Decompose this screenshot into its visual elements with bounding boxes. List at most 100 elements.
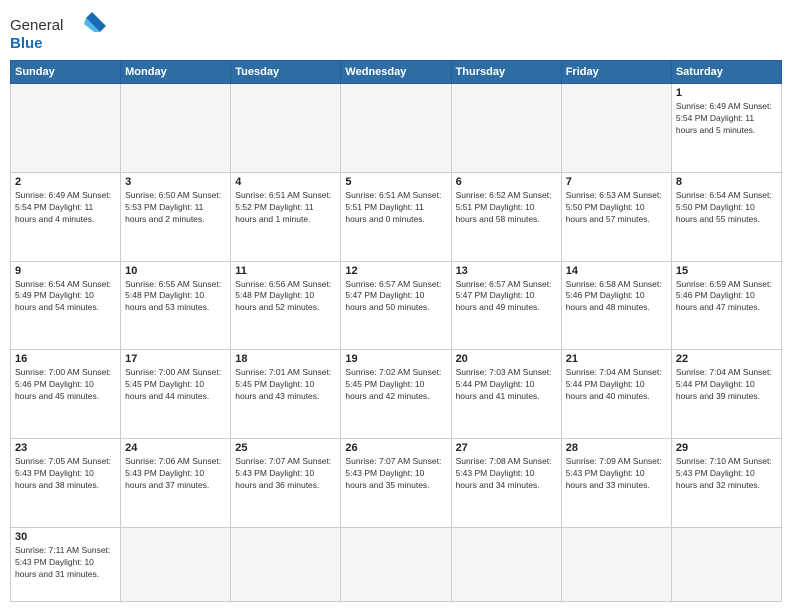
calendar-cell: 5Sunrise: 6:51 AM Sunset: 5:51 PM Daylig…	[341, 172, 451, 261]
calendar-cell: 2 Sunrise: 6:49 AM Sunset: 5:54 PM Daylig…	[11, 172, 121, 261]
day-info: Sunrise: 6:56 AM Sunset: 5:48 PM Dayligh…	[235, 279, 336, 315]
day-info: Sunrise: 7:06 AM Sunset: 5:43 PM Dayligh…	[125, 456, 226, 492]
day-number: 19	[345, 353, 446, 365]
calendar-cell: 11Sunrise: 6:56 AM Sunset: 5:48 PM Dayli…	[231, 261, 341, 350]
calendar-cell	[451, 84, 561, 173]
day-info: Sunrise: 7:04 AM Sunset: 5:44 PM Dayligh…	[566, 367, 667, 403]
day-number: 23	[15, 442, 116, 454]
day-info: Sunrise: 6:53 AM Sunset: 5:50 PM Dayligh…	[566, 190, 667, 226]
calendar-cell	[341, 527, 451, 601]
logo: General Blue	[10, 10, 110, 54]
calendar-cell	[451, 527, 561, 601]
day-info: Sunrise: 7:07 AM Sunset: 5:43 PM Dayligh…	[345, 456, 446, 492]
day-info: Sunrise: 6:54 AM Sunset: 5:50 PM Dayligh…	[676, 190, 777, 226]
header: General Blue	[10, 10, 782, 54]
calendar-header-monday: Monday	[121, 61, 231, 84]
calendar-cell: 23Sunrise: 7:05 AM Sunset: 5:43 PM Dayli…	[11, 439, 121, 528]
calendar-cell: 6 Sunrise: 6:52 AM Sunset: 5:51 PM Daylig…	[451, 172, 561, 261]
day-info: Sunrise: 7:11 AM Sunset: 5:43 PM Dayligh…	[15, 545, 116, 581]
calendar-cell: 12Sunrise: 6:57 AM Sunset: 5:47 PM Dayli…	[341, 261, 451, 350]
day-number: 14	[566, 265, 667, 277]
calendar-cell: 8 Sunrise: 6:54 AM Sunset: 5:50 PM Daylig…	[671, 172, 781, 261]
day-info: Sunrise: 6:50 AM Sunset: 5:53 PM Dayligh…	[125, 190, 226, 226]
calendar-cell: 30Sunrise: 7:11 AM Sunset: 5:43 PM Dayli…	[11, 527, 121, 601]
day-number: 24	[125, 442, 226, 454]
day-number: 17	[125, 353, 226, 365]
day-info: Sunrise: 6:49 AM Sunset: 5:54 PM Dayligh…	[15, 190, 116, 226]
calendar-cell	[671, 527, 781, 601]
day-info: Sunrise: 7:01 AM Sunset: 5:45 PM Dayligh…	[235, 367, 336, 403]
calendar-cell: 10 Sunrise: 6:55 AM Sunset: 5:48 PM Dayli…	[121, 261, 231, 350]
calendar-cell: 21 Sunrise: 7:04 AM Sunset: 5:44 PM Dayli…	[561, 350, 671, 439]
calendar-cell: 18Sunrise: 7:01 AM Sunset: 5:45 PM Dayli…	[231, 350, 341, 439]
day-number: 4	[235, 176, 336, 188]
svg-text:General: General	[10, 17, 63, 34]
day-number: 21	[566, 353, 667, 365]
calendar-cell: 28Sunrise: 7:09 AM Sunset: 5:43 PM Dayli…	[561, 439, 671, 528]
calendar-cell: 3Sunrise: 6:50 AM Sunset: 5:53 PM Daylig…	[121, 172, 231, 261]
day-number: 6	[456, 176, 557, 188]
day-info: Sunrise: 7:00 AM Sunset: 5:45 PM Dayligh…	[125, 367, 226, 403]
day-info: Sunrise: 7:10 AM Sunset: 5:43 PM Dayligh…	[676, 456, 777, 492]
day-number: 9	[15, 265, 116, 277]
calendar-cell: 15Sunrise: 6:59 AM Sunset: 5:46 PM Dayli…	[671, 261, 781, 350]
day-number: 16	[15, 353, 116, 365]
calendar-cell: 26 Sunrise: 7:07 AM Sunset: 5:43 PM Dayli…	[341, 439, 451, 528]
day-info: Sunrise: 6:57 AM Sunset: 5:47 PM Dayligh…	[345, 279, 446, 315]
calendar-header-sunday: Sunday	[11, 61, 121, 84]
day-info: Sunrise: 7:08 AM Sunset: 5:43 PM Dayligh…	[456, 456, 557, 492]
logo-svg: General Blue	[10, 10, 110, 54]
calendar-cell: 20Sunrise: 7:03 AM Sunset: 5:44 PM Dayli…	[451, 350, 561, 439]
day-info: Sunrise: 6:57 AM Sunset: 5:47 PM Dayligh…	[456, 279, 557, 315]
calendar-cell: 14 Sunrise: 6:58 AM Sunset: 5:46 PM Dayli…	[561, 261, 671, 350]
calendar-cell	[121, 84, 231, 173]
day-info: Sunrise: 6:54 AM Sunset: 5:49 PM Dayligh…	[15, 279, 116, 315]
calendar-week-1: 2 Sunrise: 6:49 AM Sunset: 5:54 PM Daylig…	[11, 172, 782, 261]
calendar-cell: 24 Sunrise: 7:06 AM Sunset: 5:43 PM Dayli…	[121, 439, 231, 528]
calendar-header-tuesday: Tuesday	[231, 61, 341, 84]
calendar-cell: 7Sunrise: 6:53 AM Sunset: 5:50 PM Daylig…	[561, 172, 671, 261]
day-number: 22	[676, 353, 777, 365]
day-info: Sunrise: 6:55 AM Sunset: 5:48 PM Dayligh…	[125, 279, 226, 315]
calendar-header-saturday: Saturday	[671, 61, 781, 84]
page: General Blue SundayMondayTuesdayWednesda…	[0, 0, 792, 612]
day-info: Sunrise: 6:51 AM Sunset: 5:51 PM Dayligh…	[345, 190, 446, 226]
day-number: 2	[15, 176, 116, 188]
calendar-cell	[341, 84, 451, 173]
day-number: 28	[566, 442, 667, 454]
day-number: 15	[676, 265, 777, 277]
day-number: 26	[345, 442, 446, 454]
day-info: Sunrise: 7:02 AM Sunset: 5:45 PM Dayligh…	[345, 367, 446, 403]
day-number: 13	[456, 265, 557, 277]
day-number: 8	[676, 176, 777, 188]
day-info: Sunrise: 6:51 AM Sunset: 5:52 PM Dayligh…	[235, 190, 336, 226]
calendar-cell	[231, 527, 341, 601]
calendar-cell: 16Sunrise: 7:00 AM Sunset: 5:46 PM Dayli…	[11, 350, 121, 439]
calendar-header-friday: Friday	[561, 61, 671, 84]
calendar-table: SundayMondayTuesdayWednesdayThursdayFrid…	[10, 60, 782, 602]
day-number: 10	[125, 265, 226, 277]
calendar-cell: 1Sunrise: 6:49 AM Sunset: 5:54 PM Daylig…	[671, 84, 781, 173]
calendar-cell: 27 Sunrise: 7:08 AM Sunset: 5:43 PM Dayli…	[451, 439, 561, 528]
day-info: Sunrise: 6:52 AM Sunset: 5:51 PM Dayligh…	[456, 190, 557, 226]
calendar-week-0: 1Sunrise: 6:49 AM Sunset: 5:54 PM Daylig…	[11, 84, 782, 173]
calendar-header-thursday: Thursday	[451, 61, 561, 84]
calendar-cell: 17 Sunrise: 7:00 AM Sunset: 5:45 PM Dayli…	[121, 350, 231, 439]
calendar-cell: 13 Sunrise: 6:57 AM Sunset: 5:47 PM Dayli…	[451, 261, 561, 350]
calendar-week-4: 23Sunrise: 7:05 AM Sunset: 5:43 PM Dayli…	[11, 439, 782, 528]
calendar-cell	[11, 84, 121, 173]
day-info: Sunrise: 7:07 AM Sunset: 5:43 PM Dayligh…	[235, 456, 336, 492]
calendar-cell: 29 Sunrise: 7:10 AM Sunset: 5:43 PM Dayli…	[671, 439, 781, 528]
calendar-cell	[561, 84, 671, 173]
day-number: 29	[676, 442, 777, 454]
calendar-cell: 22 Sunrise: 7:04 AM Sunset: 5:44 PM Dayli…	[671, 350, 781, 439]
calendar-cell	[231, 84, 341, 173]
calendar-header-row: SundayMondayTuesdayWednesdayThursdayFrid…	[11, 61, 782, 84]
day-number: 20	[456, 353, 557, 365]
calendar-cell	[561, 527, 671, 601]
calendar-week-5: 30Sunrise: 7:11 AM Sunset: 5:43 PM Dayli…	[11, 527, 782, 601]
day-info: Sunrise: 7:04 AM Sunset: 5:44 PM Dayligh…	[676, 367, 777, 403]
day-info: Sunrise: 6:58 AM Sunset: 5:46 PM Dayligh…	[566, 279, 667, 315]
day-number: 27	[456, 442, 557, 454]
calendar-cell	[121, 527, 231, 601]
